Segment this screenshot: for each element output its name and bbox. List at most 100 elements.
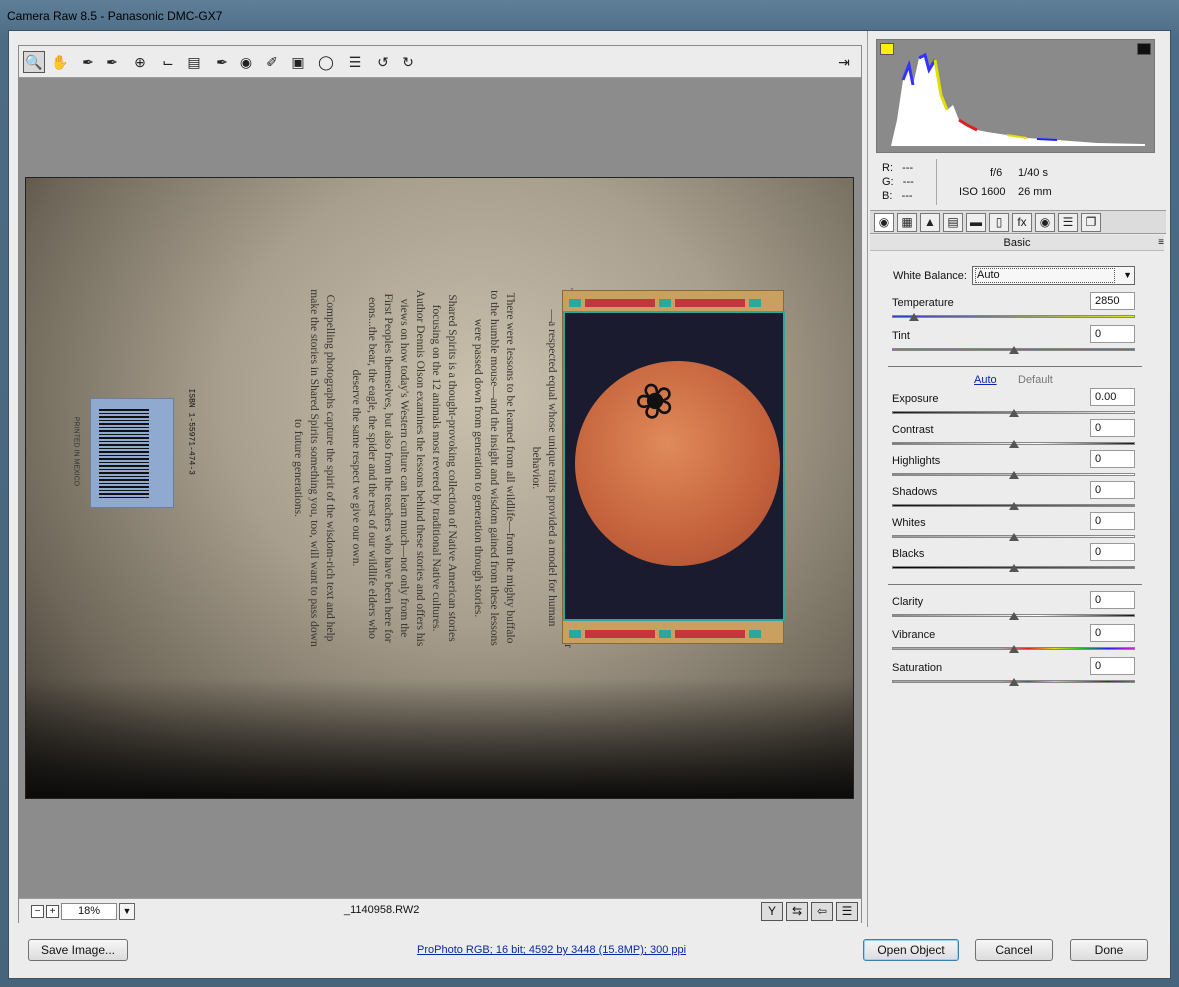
temperature-thumb[interactable] bbox=[908, 313, 919, 321]
orange-moon bbox=[575, 361, 780, 566]
exposure-field[interactable]: 0.00 bbox=[1090, 388, 1135, 406]
presets-tab-icon[interactable]: ☰ bbox=[1058, 213, 1078, 232]
histogram bbox=[876, 39, 1155, 153]
blacks-thumb[interactable] bbox=[1008, 564, 1019, 572]
camera-raw-window: Camera Raw 8.5 - Panasonic DMC-GX7 🔍 ✋ ✒… bbox=[0, 0, 1179, 987]
copy-settings-icon[interactable]: ⇦ bbox=[811, 902, 833, 921]
tint-thumb[interactable] bbox=[1008, 346, 1019, 354]
contrast-field[interactable]: 0 bbox=[1090, 419, 1135, 437]
workflow-options-link[interactable]: ProPhoto RGB; 16 bit; 4592 by 3448 (15.8… bbox=[417, 944, 686, 956]
clarity-field[interactable]: 0 bbox=[1090, 591, 1135, 609]
highlights-thumb[interactable] bbox=[1008, 471, 1019, 479]
iso: ISO 1600 bbox=[959, 186, 1006, 198]
zoom-in-button[interactable]: + bbox=[46, 905, 59, 918]
cover-paragraph-4: Compelling photographs capture the spiri… bbox=[292, 289, 336, 647]
zoom-level-field[interactable]: 18% bbox=[61, 903, 117, 920]
effects-tab-icon[interactable]: fx bbox=[1012, 213, 1032, 232]
window-title: Camera Raw 8.5 - Panasonic DMC-GX7 bbox=[7, 9, 223, 23]
decorative-band bbox=[569, 296, 779, 307]
contrast-thumb[interactable] bbox=[1008, 440, 1019, 448]
lens-corrections-tab-icon[interactable]: ▯ bbox=[989, 213, 1009, 232]
basic-tab-icon[interactable]: ◉ bbox=[874, 213, 894, 232]
preferences-tool-icon[interactable]: ☰ bbox=[344, 51, 366, 73]
before-after-view-icon[interactable]: Y bbox=[761, 902, 783, 921]
rgb-readout: R: --- G: --- B: --- bbox=[882, 162, 914, 202]
save-image-button[interactable]: Save Image... bbox=[28, 939, 128, 961]
graduated-filter-tool-icon[interactable]: ▣ bbox=[287, 51, 309, 73]
tint-field[interactable]: 0 bbox=[1090, 325, 1135, 343]
preview-preferences-icon[interactable]: ☰ bbox=[836, 902, 858, 921]
shutter-speed: 1/40 s bbox=[1018, 167, 1048, 179]
white-balance-label: White Balance: bbox=[893, 270, 967, 282]
cover-paragraph-3: Shared Spirits is a thought-provoking co… bbox=[350, 289, 458, 647]
image-canvas[interactable]: ISBN 1-55971-474-3 PRINTED IN MEXICO To … bbox=[19, 79, 861, 897]
cover-paragraph-2: There were lessons to be learned from al… bbox=[472, 290, 516, 646]
crop-tool-icon[interactable]: ⌙ bbox=[157, 51, 179, 73]
decorative-band bbox=[569, 627, 779, 638]
focal-length: 26 mm bbox=[1018, 186, 1052, 198]
exposure-thumb[interactable] bbox=[1008, 409, 1019, 417]
white-balance-select[interactable]: Auto ▼ bbox=[972, 266, 1135, 285]
rotate-cw-icon[interactable]: ↻ bbox=[397, 51, 419, 73]
tone-curve-tab-icon[interactable]: ▦ bbox=[897, 213, 917, 232]
adjustments-panel: R: --- G: --- B: --- f/6 1/40 s ISO 1600… bbox=[867, 31, 1170, 927]
saturation-field[interactable]: 0 bbox=[1090, 657, 1135, 675]
printed-in-text: PRINTED IN MEXICO bbox=[72, 416, 80, 487]
saturation-thumb[interactable] bbox=[1008, 678, 1019, 686]
white-balance-tool-icon[interactable]: ✒ bbox=[77, 51, 99, 73]
chevron-down-icon: ▼ bbox=[1123, 270, 1132, 280]
done-button[interactable]: Done bbox=[1070, 939, 1148, 961]
zoom-dropdown-chevron-icon[interactable]: ▼ bbox=[119, 903, 135, 920]
red-eye-removal-tool-icon[interactable]: ◉ bbox=[235, 51, 257, 73]
histogram-graph bbox=[891, 52, 1145, 146]
cover-night-sky: ❀ bbox=[563, 311, 785, 621]
aperture: f/6 bbox=[990, 167, 1003, 179]
straighten-tool-icon[interactable]: ▤ bbox=[183, 51, 205, 73]
vibrance-field[interactable]: 0 bbox=[1090, 624, 1135, 642]
adjustment-brush-tool-icon[interactable]: ✐ bbox=[261, 51, 283, 73]
blacks-field[interactable]: 0 bbox=[1090, 543, 1135, 561]
rotate-ccw-icon[interactable]: ↺ bbox=[372, 51, 394, 73]
hand-tool-icon[interactable]: ✋ bbox=[49, 51, 71, 73]
file-name: _1140958.RW2 bbox=[344, 904, 420, 916]
r-value: --- bbox=[902, 162, 914, 174]
tool-toolbar: 🔍 ✋ ✒ ✒ ⊕ ⌙ ▤ ✒ ◉ ✐ ▣ ◯ ☰ ↺ ↻ ⇥ bbox=[19, 46, 861, 78]
book-cover-photo: ❀ bbox=[562, 290, 785, 644]
temperature-field[interactable]: 2850 bbox=[1090, 292, 1135, 310]
title-bar[interactable]: Camera Raw 8.5 - Panasonic DMC-GX7 bbox=[0, 0, 1179, 30]
panel-menu-icon[interactable]: ≡ bbox=[1158, 237, 1164, 248]
snapshots-tab-icon[interactable]: ❐ bbox=[1081, 213, 1101, 232]
shadows-thumb[interactable] bbox=[1008, 502, 1019, 510]
isbn-text: ISBN 1-55971-474-3 bbox=[186, 388, 196, 475]
default-tone-link[interactable]: Default bbox=[1018, 374, 1053, 386]
auto-tone-link[interactable]: Auto bbox=[974, 374, 997, 386]
b-value: --- bbox=[901, 190, 913, 202]
hsl-tab-icon[interactable]: ▤ bbox=[943, 213, 963, 232]
whites-thumb[interactable] bbox=[1008, 533, 1019, 541]
photo-preview[interactable]: ISBN 1-55971-474-3 PRINTED IN MEXICO To … bbox=[25, 177, 854, 799]
dialog-client: 🔍 ✋ ✒ ✒ ⊕ ⌙ ▤ ✒ ◉ ✐ ▣ ◯ ☰ ↺ ↻ ⇥ ISBN 1-5… bbox=[8, 30, 1171, 979]
preview-area: 🔍 ✋ ✒ ✒ ⊕ ⌙ ▤ ✒ ◉ ✐ ▣ ◯ ☰ ↺ ↻ ⇥ ISBN 1-5… bbox=[18, 45, 862, 923]
zoom-tool-icon[interactable]: 🔍 bbox=[23, 51, 45, 73]
detail-tab-icon[interactable]: ▲ bbox=[920, 213, 940, 232]
vibrance-thumb[interactable] bbox=[1008, 645, 1019, 653]
spot-removal-tool-icon[interactable]: ✒ bbox=[211, 51, 233, 73]
targeted-adjustment-tool-icon[interactable]: ⊕ bbox=[129, 51, 151, 73]
shadows-field[interactable]: 0 bbox=[1090, 481, 1135, 499]
highlights-field[interactable]: 0 bbox=[1090, 450, 1135, 468]
swap-settings-icon[interactable]: ⇆ bbox=[786, 902, 808, 921]
zoom-out-button[interactable]: − bbox=[31, 905, 44, 918]
camera-calibration-tab-icon[interactable]: ◉ bbox=[1035, 213, 1055, 232]
open-object-button[interactable]: Open Object bbox=[863, 939, 959, 961]
color-sampler-tool-icon[interactable]: ✒ bbox=[101, 51, 123, 73]
split-toning-tab-icon[interactable]: ▬ bbox=[966, 213, 986, 232]
preview-statusbar: − + 18% ▼ _1140958.RW2 Y ⇆ ⇦ ☰ bbox=[19, 898, 861, 923]
radial-filter-tool-icon[interactable]: ◯ bbox=[315, 51, 337, 73]
cancel-button[interactable]: Cancel bbox=[975, 939, 1053, 961]
section-title: Basic bbox=[870, 235, 1164, 251]
panel-tabs: ◉ ▦ ▲ ▤ ▬ ▯ fx ◉ ☰ ❐ bbox=[870, 210, 1166, 234]
whites-field[interactable]: 0 bbox=[1090, 512, 1135, 530]
barcode: ISBN 1-55971-474-3 bbox=[90, 389, 196, 508]
clarity-thumb[interactable] bbox=[1008, 612, 1019, 620]
toggle-fullscreen-icon[interactable]: ⇥ bbox=[833, 51, 855, 73]
